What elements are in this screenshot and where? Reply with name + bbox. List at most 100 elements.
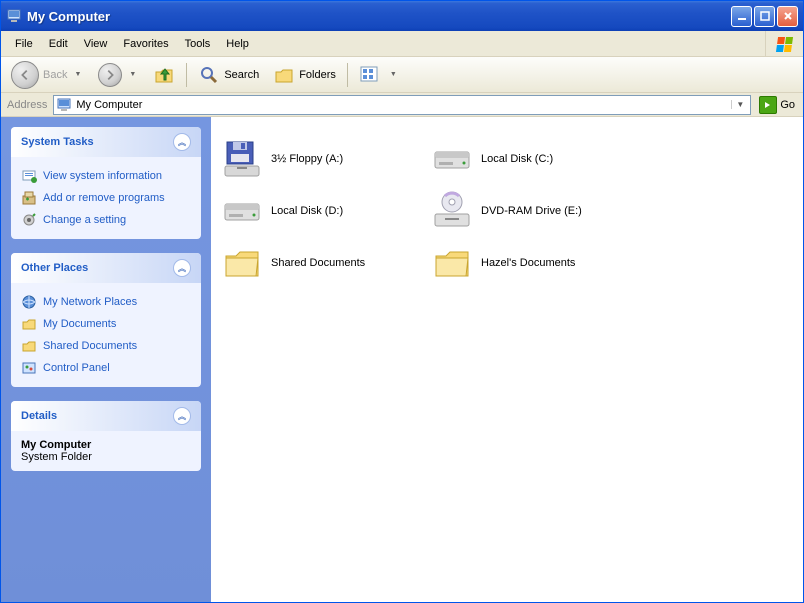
chevron-down-icon: ▼ [126,71,139,78]
address-bar: Address My Computer ▼ Go [1,93,803,117]
place-label: Shared Documents [43,340,137,352]
item-label: Hazel's Documents [481,257,575,269]
collapse-icon: ︽ [173,407,191,425]
address-field[interactable]: My Computer ▼ [53,95,751,115]
panel-body: My Network Places My Documents Shared Do… [11,283,201,387]
place-label: My Documents [43,318,116,330]
computer-icon [6,8,22,24]
minimize-button[interactable] [731,6,752,27]
search-label: Search [224,69,259,81]
control-icon [21,360,37,376]
computer-icon [56,97,72,113]
go-label: Go [780,99,795,111]
folders-button[interactable]: Folders [267,62,342,88]
item-label: DVD-RAM Drive (E:) [481,205,582,217]
task-change-setting[interactable]: Change a setting [21,209,191,231]
chevron-down-icon: ▼ [387,71,400,78]
disk-icon [221,190,263,232]
menu-favorites[interactable]: Favorites [115,35,176,53]
menubar: File Edit View Favorites Tools Help [1,31,803,57]
folder-icon [21,338,37,354]
go-icon [759,96,777,114]
item-label: Local Disk (C:) [481,153,553,165]
window-buttons [731,6,798,27]
panel-other-places: Other Places ︽ My Network Places My Docu… [11,253,201,387]
separator [186,63,187,87]
programs-icon [21,190,37,206]
forward-button[interactable]: ▼ [92,61,145,89]
content-area: 3½ Floppy (A:) Local Disk (C:) Local Dis… [211,117,803,602]
settings-icon [21,212,37,228]
up-folder-icon [153,64,175,86]
chevron-down-icon[interactable]: ▼ [731,100,748,109]
panel-details: Details ︽ My Computer System Folder [11,401,201,471]
address-label: Address [5,99,49,111]
task-add-remove-programs[interactable]: Add or remove programs [21,187,191,209]
address-value: My Computer [76,99,727,111]
panel-body: My Computer System Folder [11,431,201,471]
back-button[interactable]: Back ▼ [5,59,90,91]
close-button[interactable] [777,6,798,27]
folder-shared-documents[interactable]: Shared Documents [217,237,427,289]
views-icon [359,65,383,85]
folders-icon [273,64,295,86]
menu-tools[interactable]: Tools [177,35,219,53]
floppy-icon [221,138,263,180]
menu-view[interactable]: View [76,35,116,53]
info-icon [21,168,37,184]
folders-label: Folders [299,69,336,81]
sidebar: System Tasks ︽ View system information A… [1,117,211,602]
search-button[interactable]: Search [192,62,265,88]
panel-header[interactable]: System Tasks ︽ [11,127,201,157]
panel-header[interactable]: Other Places ︽ [11,253,201,283]
task-label: View system information [43,170,162,182]
window-title: My Computer [27,9,731,24]
back-icon [11,61,39,89]
place-control-panel[interactable]: Control Panel [21,357,191,379]
panel-header[interactable]: Details ︽ [11,401,201,431]
network-icon [21,294,37,310]
panel-title: Other Places [21,262,88,274]
titlebar: My Computer [1,1,803,31]
task-label: Add or remove programs [43,192,165,204]
folder-large-icon [431,242,473,284]
place-shared-documents[interactable]: Shared Documents [21,335,191,357]
panel-title: Details [21,410,57,422]
views-button[interactable]: ▼ [353,63,406,87]
collapse-icon: ︽ [173,133,191,151]
windows-logo [765,31,803,57]
folder-icon [21,316,37,332]
folder-hazels-documents[interactable]: Hazel's Documents [427,237,637,289]
drive-local-d[interactable]: Local Disk (D:) [217,185,427,237]
go-button[interactable]: Go [755,95,799,115]
window: My Computer File Edit View Favorites Too… [0,0,804,603]
task-label: Change a setting [43,214,126,226]
back-label: Back [43,69,67,81]
details-name: My Computer [21,439,191,451]
maximize-button[interactable] [754,6,775,27]
panel-title: System Tasks [21,136,94,148]
toolbar: Back ▼ ▼ Search Folders ▼ [1,57,803,93]
panel-system-tasks: System Tasks ︽ View system information A… [11,127,201,239]
task-view-system-info[interactable]: View system information [21,165,191,187]
item-label: Shared Documents [271,257,365,269]
panel-body: View system information Add or remove pr… [11,157,201,239]
place-my-documents[interactable]: My Documents [21,313,191,335]
dvd-icon [431,190,473,232]
place-label: Control Panel [43,362,110,374]
drive-local-c[interactable]: Local Disk (C:) [427,133,637,185]
separator [347,63,348,87]
place-network[interactable]: My Network Places [21,291,191,313]
menu-file[interactable]: File [7,35,41,53]
item-label: Local Disk (D:) [271,205,343,217]
chevron-down-icon: ▼ [71,71,84,78]
drive-dvd-e[interactable]: DVD-RAM Drive (E:) [427,185,637,237]
drive-floppy-a[interactable]: 3½ Floppy (A:) [217,133,427,185]
search-icon [198,64,220,86]
disk-icon [431,138,473,180]
menu-edit[interactable]: Edit [41,35,76,53]
up-button[interactable] [147,62,181,88]
collapse-icon: ︽ [173,259,191,277]
item-label: 3½ Floppy (A:) [271,153,343,165]
menu-help[interactable]: Help [218,35,257,53]
